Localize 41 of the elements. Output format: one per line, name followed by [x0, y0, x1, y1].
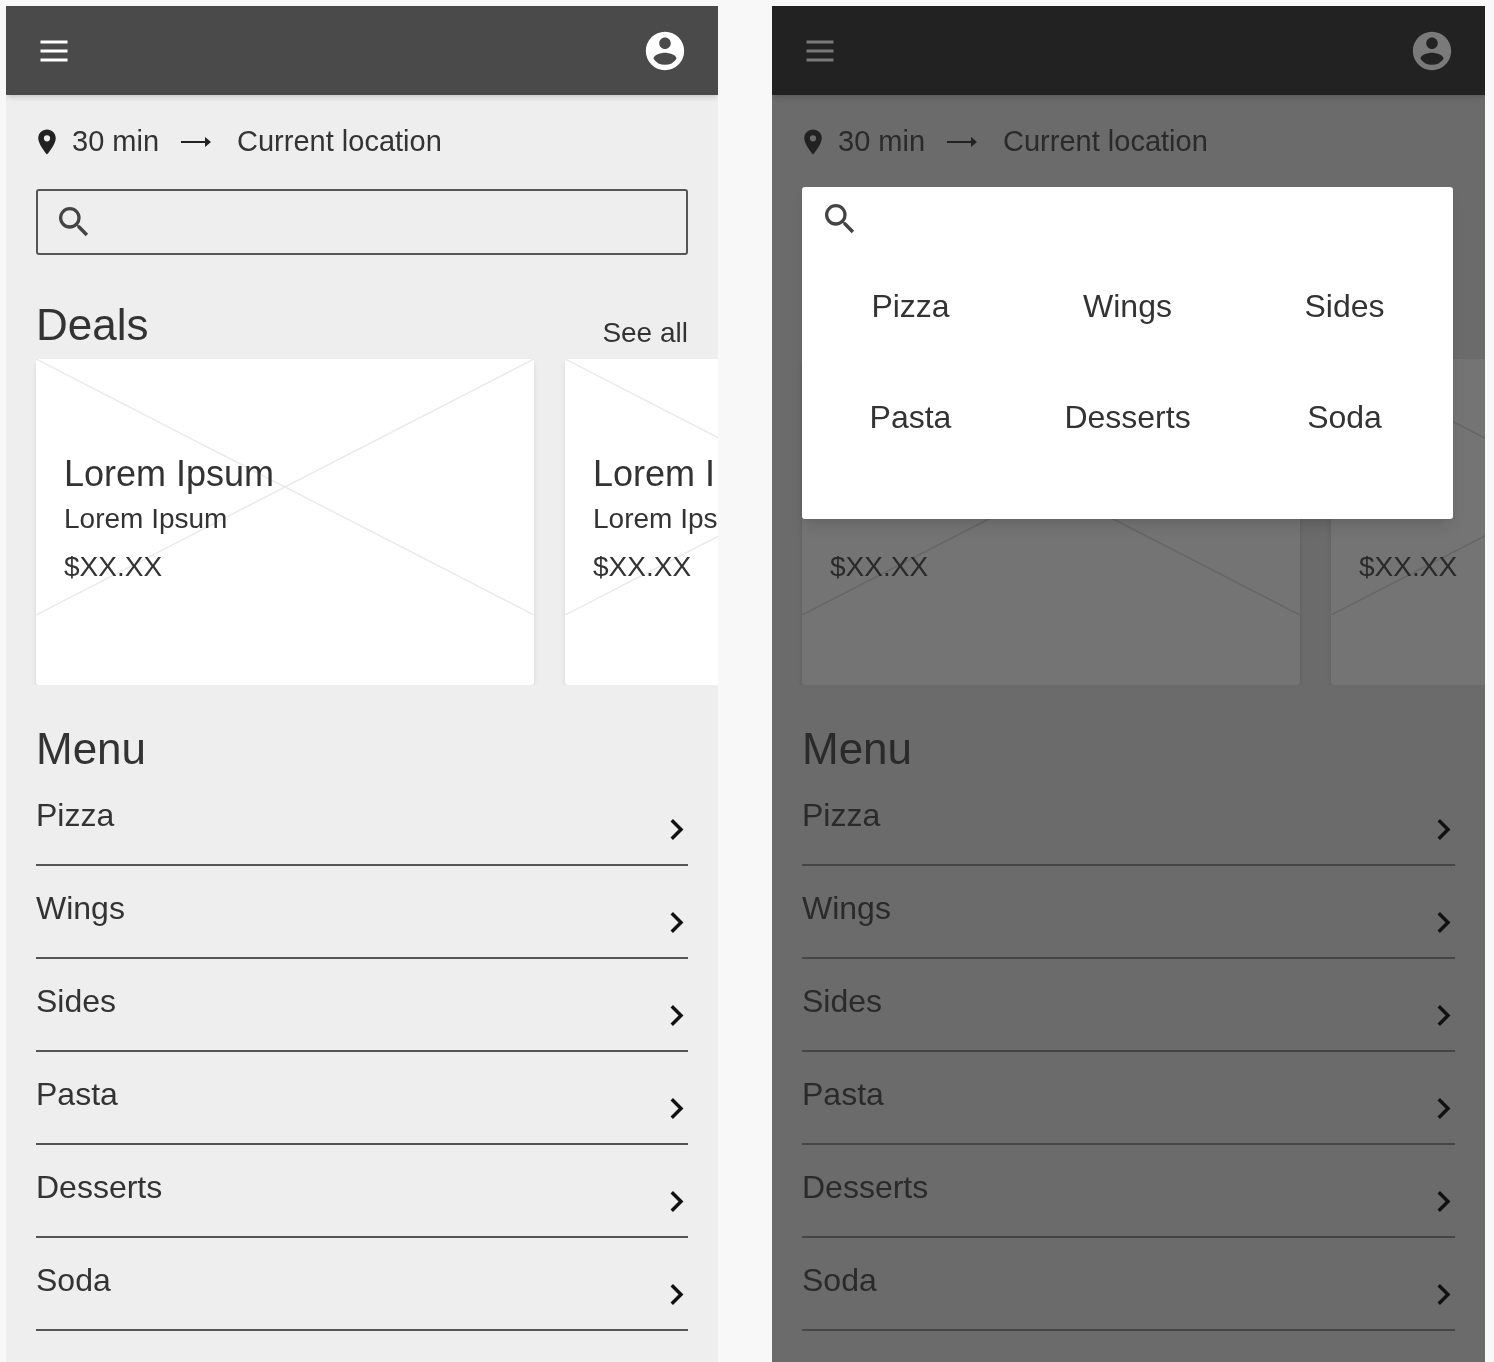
- chevron-right-icon: [670, 1284, 684, 1305]
- deal-card[interactable]: Lorem Ipsum Lorem Ipsum $XX.XX: [36, 359, 534, 685]
- deal-title: Lorem I: [593, 452, 717, 496]
- chevron-right-icon: [1437, 1191, 1451, 1212]
- menu-row[interactable]: Sides: [36, 959, 688, 1052]
- chevron-right-icon: [670, 1191, 684, 1212]
- deal-price: $XX.XX: [1359, 550, 1459, 584]
- deal-price: $XX.XX: [830, 550, 930, 584]
- category-option[interactable]: Wings: [1083, 281, 1172, 330]
- section-heading: Menu: [802, 725, 914, 773]
- chevron-right-icon: [670, 1005, 684, 1026]
- delivery-time: 30 min: [838, 124, 926, 160]
- deal-price: $XX.XX: [64, 550, 164, 584]
- search-field[interactable]: [36, 189, 688, 255]
- section-heading: Menu: [36, 725, 148, 773]
- deal-card[interactable]: Lorem I Lorem Ips $XX.XX: [565, 359, 718, 685]
- deal-description: Lorem Ipsum: [64, 502, 229, 536]
- menu-row[interactable]: Pasta: [36, 1052, 688, 1145]
- category-option[interactable]: Pasta: [869, 392, 952, 441]
- see-all-link[interactable]: See all: [602, 317, 688, 349]
- chevron-right-icon: [1437, 1098, 1451, 1119]
- category-option[interactable]: Pizza: [871, 281, 950, 330]
- delivery-time: 30 min: [72, 124, 160, 160]
- chevron-right-icon: [670, 912, 684, 933]
- deal-title: Lorem Ipsum: [64, 452, 276, 496]
- deal-description: Lorem Ips: [593, 502, 718, 536]
- chevron-right-icon: [1437, 1005, 1451, 1026]
- chevron-right-icon: [1437, 819, 1451, 840]
- chevron-right-icon: [670, 1098, 684, 1119]
- menu-row[interactable]: Desserts: [36, 1145, 688, 1238]
- chevron-right-icon: [1437, 912, 1451, 933]
- section-heading: Deals: [36, 301, 149, 349]
- menu-row[interactable]: Soda: [36, 1238, 688, 1331]
- category-option[interactable]: Sides: [1304, 281, 1385, 330]
- menu-row[interactable]: Wings: [36, 866, 688, 959]
- menu-row[interactable]: Pizza: [36, 773, 688, 866]
- category-option[interactable]: Desserts: [1064, 392, 1191, 441]
- chevron-right-icon: [1437, 1284, 1451, 1305]
- deal-price: $XX.XX: [593, 550, 693, 584]
- chevron-right-icon: [670, 819, 684, 840]
- delivery-address[interactable]: Current location: [237, 120, 442, 164]
